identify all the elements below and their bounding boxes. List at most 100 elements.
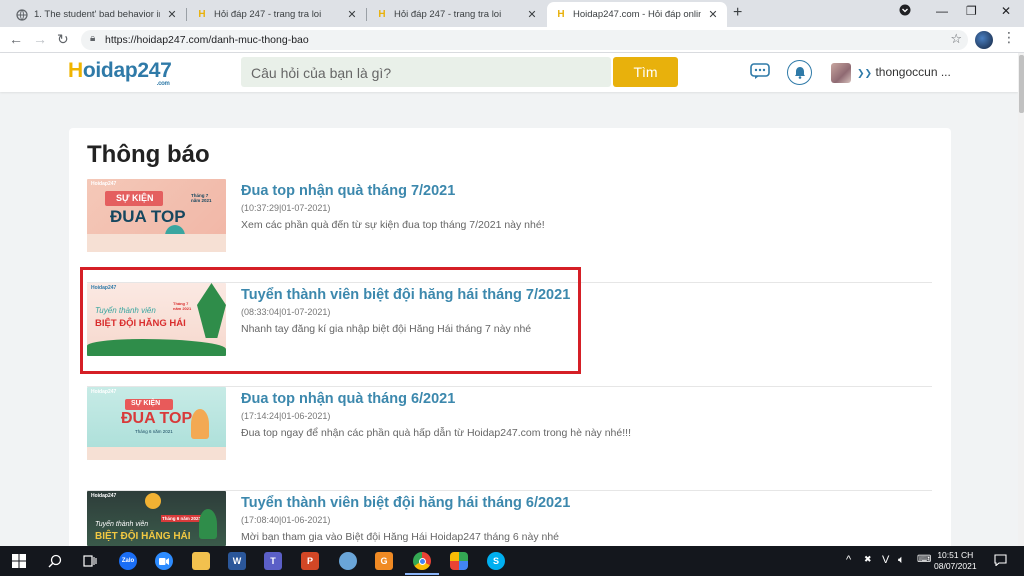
thumb-brand: Hoidap247 [91,181,117,187]
paint-icon[interactable] [339,552,357,570]
browser-tab-3[interactable]: H Hỏi đáp 247 - trang tra loi ✕ [368,2,546,27]
thumb-line3: Tháng 6 năm 2021 [135,429,173,434]
search-icon[interactable] [46,552,64,570]
user-avatar[interactable] [831,63,851,83]
teams-icon[interactable]: T [264,552,282,570]
hoidap-favicon-icon: H [378,9,386,20]
announcement-thumbnail[interactable]: Hoidap247 SỰ KIỆN ĐUA TOP Tháng 6 năm 20… [87,387,226,460]
thumb-line2: ĐUA TOP [121,410,193,427]
announcement-thumbnail[interactable]: Hoidap247 SỰ KIỆN ĐUA TOP Tháng 7 năm 20… [87,179,226,252]
back-arrow-icon[interactable]: ← [9,31,23,47]
close-window-icon[interactable]: ✕ [1001,4,1011,18]
search-button[interactable]: Tìm [613,57,678,87]
bookmark-star-icon[interactable]: ☆ [950,31,962,47]
close-tab-icon[interactable]: ✕ [707,8,719,21]
announcement-desc: Xem các phần quà đến từ sự kiện đua top … [241,219,545,231]
site-logo[interactable]: Hoidap247 .com [68,59,172,87]
tab-divider [186,8,187,21]
thumb-line1: SỰ KIỆN [131,400,161,407]
reload-icon[interactable]: ↻ [57,31,69,48]
announcement-time: (10:37:29|01-07-2021) [241,203,331,213]
tab-title: Hoidap247.com - Hỏi đáp online [573,9,701,20]
logo-text: oidap247 [82,59,172,82]
scrollbar-thumb[interactable] [1019,55,1024,113]
page-scrollbar[interactable] [1018,53,1024,546]
skype-icon[interactable]: S [487,552,505,570]
chrome-icon[interactable] [413,552,431,570]
system-clock[interactable]: 10:51 CH 08/07/2021 [934,550,977,572]
browser-menu-icon[interactable]: ⋮ [1002,29,1016,46]
search-input[interactable]: Câu hỏi của bạn là gì? [241,57,611,87]
browser-tab-1[interactable]: 1. The student' bad behavior in c ✕ [8,2,186,27]
thumb-line3: Tháng 7 năm 2021 [191,193,212,203]
announcement-desc: Mời bạn tham gia vào Biệt đội Hăng Hái H… [241,531,560,543]
thumb-ground [87,447,226,460]
announcement-thumbnail[interactable]: Hoidap247 Tuyển thành viên BIỆT ĐỘI HĂNG… [87,491,226,546]
thumb-line1: Tuyển thành viên [95,521,149,528]
close-tab-icon[interactable]: ✕ [526,8,538,21]
new-tab-button[interactable]: + [733,4,742,22]
windows-start-icon[interactable] [10,552,28,570]
announcement-item[interactable]: Hoidap247 SỰ KIỆN ĐUA TOP Tháng 6 năm 20… [87,387,932,491]
input-method-icon[interactable]: ⌨︎ [917,554,931,565]
network-icon[interactable]: ✖ [864,554,872,565]
announcement-title-link[interactable]: Đua top nhận quà tháng 6/2021 [241,391,455,407]
zoom-icon[interactable] [155,552,173,570]
announcement-title-link[interactable]: Tuyển thành viên biệt đội hăng hái tháng… [241,495,570,511]
thumb-line1: SỰ KIỆN [116,193,154,203]
chat-icon[interactable] [750,63,770,80]
thumb-ground [87,234,226,252]
tab-title: Hỏi đáp 247 - trang tra loi [394,9,502,20]
announcement-time: (17:08:40|01-06-2021) [241,515,331,525]
browser-tab-active[interactable]: H Hoidap247.com - Hỏi đáp online ✕ [547,2,727,27]
highlight-annotation [80,267,581,374]
globe-icon [16,8,28,21]
tab-title: Hỏi đáp 247 - trang tra loi [214,9,322,20]
browser-tab-2[interactable]: H Hỏi đáp 247 - trang tra loi ✕ [188,2,366,27]
restore-icon[interactable]: ❐ [966,4,977,18]
hoidap-favicon-icon: H [198,9,206,20]
announcement-title-link[interactable]: Đua top nhận quà tháng 7/2021 [241,183,455,199]
file-explorer-icon[interactable] [192,552,210,570]
notification-center-icon[interactable] [994,554,1007,569]
close-tab-icon[interactable]: ✕ [346,8,358,21]
show-hidden-icons[interactable]: ^ [846,554,851,566]
logo-letter: H [68,59,83,82]
powerpoint-icon[interactable]: P [301,552,319,570]
tab-title: 1. The student' bad behavior in c [34,9,160,20]
clock-date: 08/07/2021 [934,561,977,571]
active-app-indicator [405,573,439,575]
word-icon[interactable]: W [228,552,246,570]
notification-bell-icon[interactable] [787,60,812,85]
language-indicator[interactable]: V [882,554,889,566]
thumb-sun [145,493,161,509]
username-text: thongoccun ... [875,65,951,79]
minimize-icon[interactable]: — [936,4,948,18]
game-icon[interactable]: G [375,552,393,570]
forward-arrow-icon[interactable]: → [33,31,47,47]
address-bar[interactable]: 🔒︎ https://hoidap247.com/danh-muc-thong-… [81,30,968,50]
site-header: Hoidap247 .com Câu hỏi của bạn là gì? Tì… [0,53,1018,92]
task-view-icon[interactable] [81,552,99,570]
thumb-brand: Hoidap247 [91,389,117,395]
speaker-icon[interactable]: 🔈︎ [898,554,905,567]
thumb-character [191,409,209,439]
announcement-time: (17:14:24|01-06-2021) [241,411,331,421]
zalo-icon[interactable]: Zalo [119,552,137,570]
logo-domain: .com [156,81,170,87]
profile-avatar-icon[interactable] [975,31,993,49]
lock-icon: 🔒︎ [90,33,96,44]
tab-search-icon[interactable] [899,4,911,19]
photos-icon[interactable] [450,552,468,570]
announcement-desc: Đua top ngay để nhận các phần quà hấp dẫ… [241,427,631,439]
hoidap-favicon-icon: H [557,9,565,20]
url-text: https://hoidap247.com/danh-muc-thong-bao [105,34,309,46]
clock-time: 10:51 CH [937,550,974,560]
browser-tab-strip: 1. The student' bad behavior in c ✕ H Hỏ… [0,0,1024,27]
tab-divider [366,8,367,21]
chevron-down-icon: ❯❯ [857,68,873,78]
thumb-line2: ĐUA TOP [110,207,186,226]
username-dropdown[interactable]: ❯❯ thongoccun ... [857,65,951,79]
thumb-line2: BIỆT ĐỘI HĂNG HÁI [95,531,191,542]
close-tab-icon[interactable]: ✕ [166,8,178,21]
